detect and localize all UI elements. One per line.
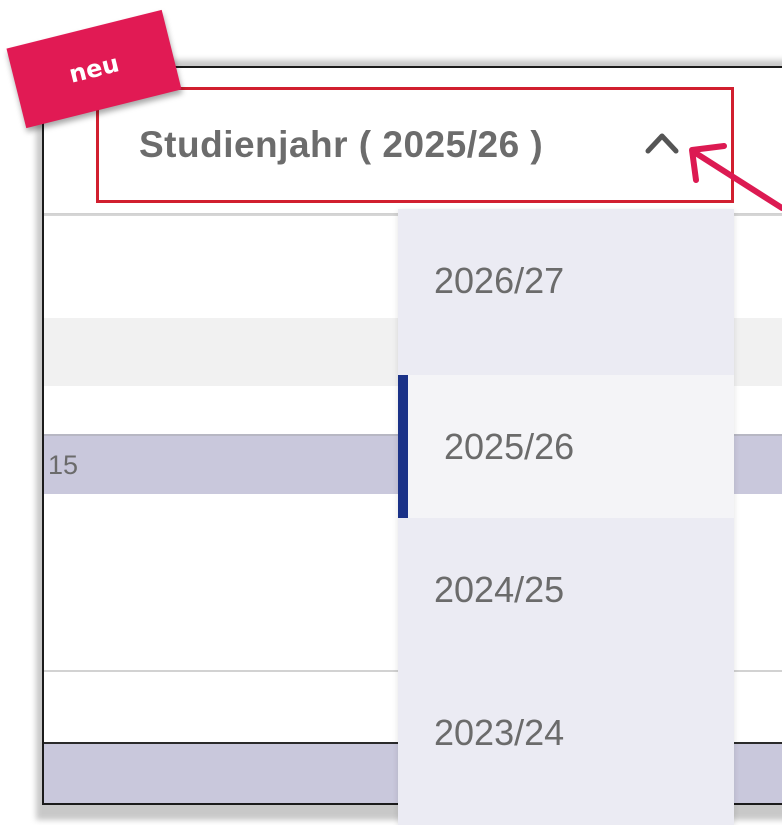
year-option[interactable]: 2024/25	[398, 518, 734, 661]
year-option[interactable]: 2026/27	[398, 209, 734, 352]
study-year-dropdown: 2026/27 2025/26 2024/25 2023/24	[398, 209, 734, 825]
annotation-arrow-icon	[689, 143, 782, 211]
year-option-selected[interactable]: 2025/26	[398, 375, 734, 518]
year-option-label: 2026/27	[434, 259, 565, 301]
table-cell: 15	[48, 450, 79, 480]
annotated-screenshot: 15 Studienjahr ( 2025/26 ) 2026/27 2025/…	[0, 0, 782, 825]
study-year-select[interactable]: Studienjahr ( 2025/26 )	[96, 87, 734, 203]
year-option[interactable]: 2023/24	[398, 661, 734, 804]
chevron-up-icon	[645, 133, 679, 154]
year-option-label: 2024/25	[434, 568, 565, 610]
study-year-label: Studienjahr ( 2025/26 )	[139, 124, 544, 165]
year-option-label: 2023/24	[434, 711, 565, 753]
year-option-label: 2025/26	[444, 425, 575, 467]
new-badge-label: neu	[66, 49, 122, 89]
